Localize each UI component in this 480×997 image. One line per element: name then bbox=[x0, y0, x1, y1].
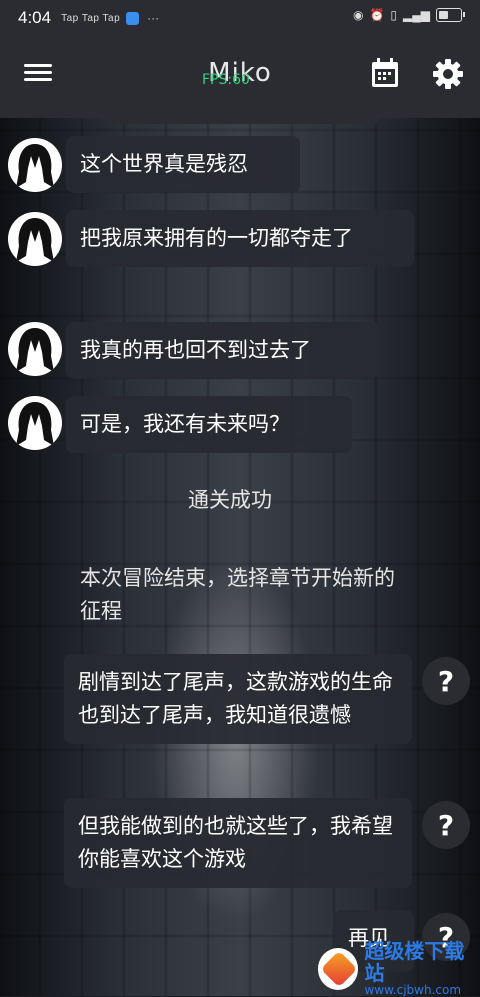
more-notifications-icon: ··· bbox=[147, 11, 160, 25]
watermark-site-name: 超级楼下载站 bbox=[364, 939, 465, 985]
signal-icon: ▂▄▆ bbox=[403, 8, 430, 22]
help-button[interactable]: ? bbox=[422, 657, 470, 705]
status-bar: 4:04 Tap Tap Tap ··· ◉ ⏰ ▯ ▂▄▆ bbox=[0, 0, 480, 36]
player-message-bubble: 剧情到达了尾声，这款游戏的生命也到达了尾声，我知道很遗憾 bbox=[64, 654, 412, 744]
npc-avatar[interactable] bbox=[8, 322, 62, 376]
message-text: 把我原来拥有的一切都夺走了 bbox=[80, 226, 353, 250]
npc-avatar[interactable] bbox=[8, 396, 62, 450]
message-text: 剧情到达了尾声，这款游戏的生命也到达了尾声，我知道很遗憾 bbox=[78, 670, 393, 727]
girl-portrait-icon bbox=[16, 218, 54, 262]
search-app-icon bbox=[126, 11, 140, 25]
message-text: 但我能做到的也就这些了，我希望你能喜欢这个游戏 bbox=[78, 814, 393, 871]
girl-portrait-icon bbox=[16, 328, 54, 372]
player-message-bubble: 但我能做到的也就这些了，我希望你能喜欢这个游戏 bbox=[64, 798, 412, 888]
stage-clear-message: 通关成功 bbox=[188, 488, 272, 512]
npc-message-bubble: 可是，我还有未来吗？ bbox=[66, 396, 352, 453]
alarm-icon: ⏰ bbox=[369, 8, 385, 22]
npc-message-bubble: 这个世界真是残忍 bbox=[66, 136, 300, 193]
site-watermark: 超级楼下载站 www.cjbwh.com bbox=[318, 940, 480, 997]
calendar-icon[interactable] bbox=[371, 58, 399, 88]
battery-icon bbox=[436, 8, 465, 22]
fps-counter: FPS:60 bbox=[202, 72, 250, 88]
status-app-icons: Tap Tap Tap bbox=[61, 12, 121, 24]
message-text: 可是，我还有未来吗？ bbox=[80, 412, 290, 436]
status-time: 4:04 bbox=[18, 8, 52, 27]
gear-icon[interactable] bbox=[432, 58, 464, 90]
npc-avatar[interactable] bbox=[8, 138, 62, 192]
vibrate-icon: ▯ bbox=[390, 8, 398, 22]
status-indicators: ◉ ⏰ ▯ ▂▄▆ bbox=[352, 8, 465, 22]
message-text: 这个世界真是残忍 bbox=[80, 152, 248, 176]
npc-message-bubble: 把我原来拥有的一切都夺走了 bbox=[66, 210, 414, 267]
app-header: Miko FPS:60 bbox=[0, 36, 480, 124]
eye-icon: ◉ bbox=[352, 8, 364, 22]
help-button[interactable]: ? bbox=[422, 801, 470, 849]
watermark-url: www.cjbwh.com bbox=[364, 983, 462, 997]
message-text: 我真的再也回不到过去了 bbox=[80, 338, 311, 362]
girl-portrait-icon bbox=[16, 144, 54, 188]
adventure-end-message: 本次冒险结束，选择章节开始新的征程 bbox=[80, 566, 395, 623]
npc-message-bubble: 我真的再也回不到过去了 bbox=[66, 322, 380, 379]
girl-portrait-icon bbox=[16, 402, 54, 446]
npc-avatar[interactable] bbox=[8, 212, 62, 266]
site-logo-icon bbox=[318, 947, 359, 990]
